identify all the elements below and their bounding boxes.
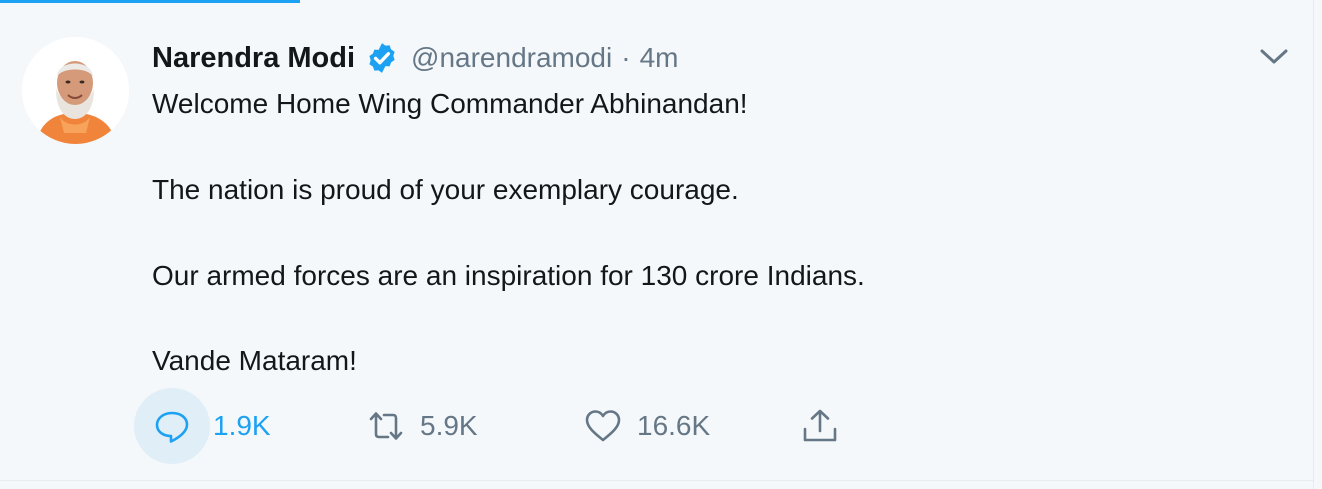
bottom-divider [0,480,1314,481]
like-count: 16.6K [637,410,711,441]
tweet-timestamp[interactable]: 4m [640,42,679,74]
share-icon [803,409,837,442]
tweet-header: Narendra Modi @narendramodi · 4m [152,38,678,78]
tweet-text-line: Welcome Home Wing Commander Abhinandan! [152,88,748,119]
more-options-chevron-down-icon[interactable] [1256,42,1292,70]
share-button[interactable] [800,388,840,464]
retweet-button[interactable]: 5.9K [366,388,478,464]
tweet-text-line: Vande Mataram! [152,345,357,376]
retweet-icon [369,412,403,440]
reply-icon [155,411,189,443]
reply-button[interactable]: 1.9K [152,388,271,464]
heart-icon [585,410,621,442]
verified-badge-icon [365,41,399,75]
author-handle[interactable]: @narendramodi [411,42,612,74]
author-name[interactable]: Narendra Modi [152,42,355,75]
header-separator: · [621,42,631,73]
avatar[interactable] [22,37,129,144]
tweet-text-line: The nation is proud of your exemplary co… [152,174,739,205]
avatar-image [22,37,129,144]
tweet-text-line: Our armed forces are an inspiration for … [152,260,865,291]
tweet-card[interactable]: Narendra Modi @narendramodi · 4m Welcome… [0,0,1314,480]
like-button[interactable]: 16.6K [583,388,710,464]
reply-count: 1.9K [213,410,271,441]
retweet-count: 5.9K [420,410,478,441]
